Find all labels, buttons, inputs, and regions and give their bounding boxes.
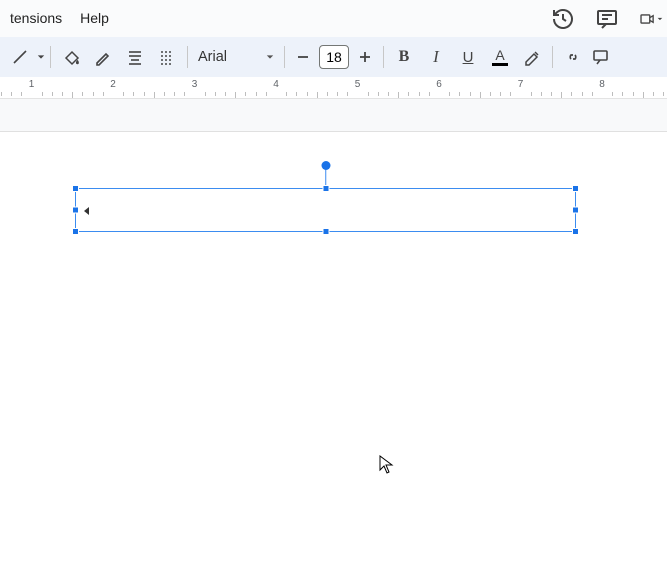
- separator: [284, 46, 285, 68]
- separator: [50, 46, 51, 68]
- separator: [552, 46, 553, 68]
- text-box-selection[interactable]: [75, 188, 576, 232]
- increase-font-icon[interactable]: [353, 42, 377, 72]
- menu-help[interactable]: Help: [80, 10, 109, 26]
- history-icon[interactable]: [551, 7, 575, 31]
- video-call-icon[interactable]: [639, 7, 663, 31]
- bold-button[interactable]: B: [388, 42, 420, 72]
- ruler-number: 5: [355, 79, 361, 90]
- resize-handle-bm[interactable]: [322, 228, 329, 235]
- ruler-number: 1: [29, 79, 35, 90]
- resize-handle-bl[interactable]: [72, 228, 79, 235]
- paint-bucket-icon[interactable]: [55, 42, 87, 72]
- font-size-input[interactable]: 18: [319, 45, 349, 69]
- decrease-font-icon[interactable]: [291, 42, 315, 72]
- separator: [383, 46, 384, 68]
- canvas[interactable]: [0, 99, 667, 553]
- text-color-letter: A: [495, 48, 504, 62]
- resize-handle-br[interactable]: [572, 228, 579, 235]
- text-caret: [84, 207, 90, 215]
- italic-button[interactable]: I: [420, 42, 452, 72]
- ruler-number: 3: [192, 79, 198, 90]
- line-tool-icon[interactable]: [4, 42, 36, 72]
- font-name-label: Arial: [198, 49, 227, 65]
- toolbar: Arial 18 B I U A: [0, 37, 667, 77]
- font-size-value: 18: [326, 49, 342, 65]
- underline-button[interactable]: U: [452, 42, 484, 72]
- text-color-swatch: [492, 63, 508, 66]
- ruler-number: 2: [110, 79, 116, 90]
- ruler-number: 7: [518, 79, 524, 90]
- resize-handle-tm[interactable]: [322, 185, 329, 192]
- comment-icon[interactable]: [595, 7, 619, 31]
- chevron-down-icon[interactable]: [36, 42, 46, 72]
- separator: [187, 46, 188, 68]
- pen-weight-icon[interactable]: [87, 42, 119, 72]
- insert-comment-icon[interactable]: [589, 42, 613, 72]
- paragraph-align-icon[interactable]: [119, 42, 151, 72]
- rotation-handle[interactable]: [321, 161, 330, 170]
- menu-extensions[interactable]: tensions: [10, 10, 62, 26]
- ruler: 1 2 3 4 5 6 7 8: [0, 77, 667, 99]
- paragraph-spacing-icon[interactable]: [151, 42, 183, 72]
- font-picker[interactable]: Arial: [192, 49, 280, 65]
- ruler-number: 6: [436, 79, 442, 90]
- highlighter-icon[interactable]: [516, 42, 548, 72]
- resize-handle-ml[interactable]: [72, 207, 79, 214]
- ruler-number: 8: [599, 79, 605, 90]
- text-color-button[interactable]: A: [484, 42, 516, 72]
- resize-handle-mr[interactable]: [572, 207, 579, 214]
- resize-handle-tl[interactable]: [72, 185, 79, 192]
- resize-handle-tr[interactable]: [572, 185, 579, 192]
- insert-link-icon[interactable]: [557, 42, 589, 72]
- ruler-number: 4: [273, 79, 279, 90]
- rotation-stem: [325, 169, 327, 185]
